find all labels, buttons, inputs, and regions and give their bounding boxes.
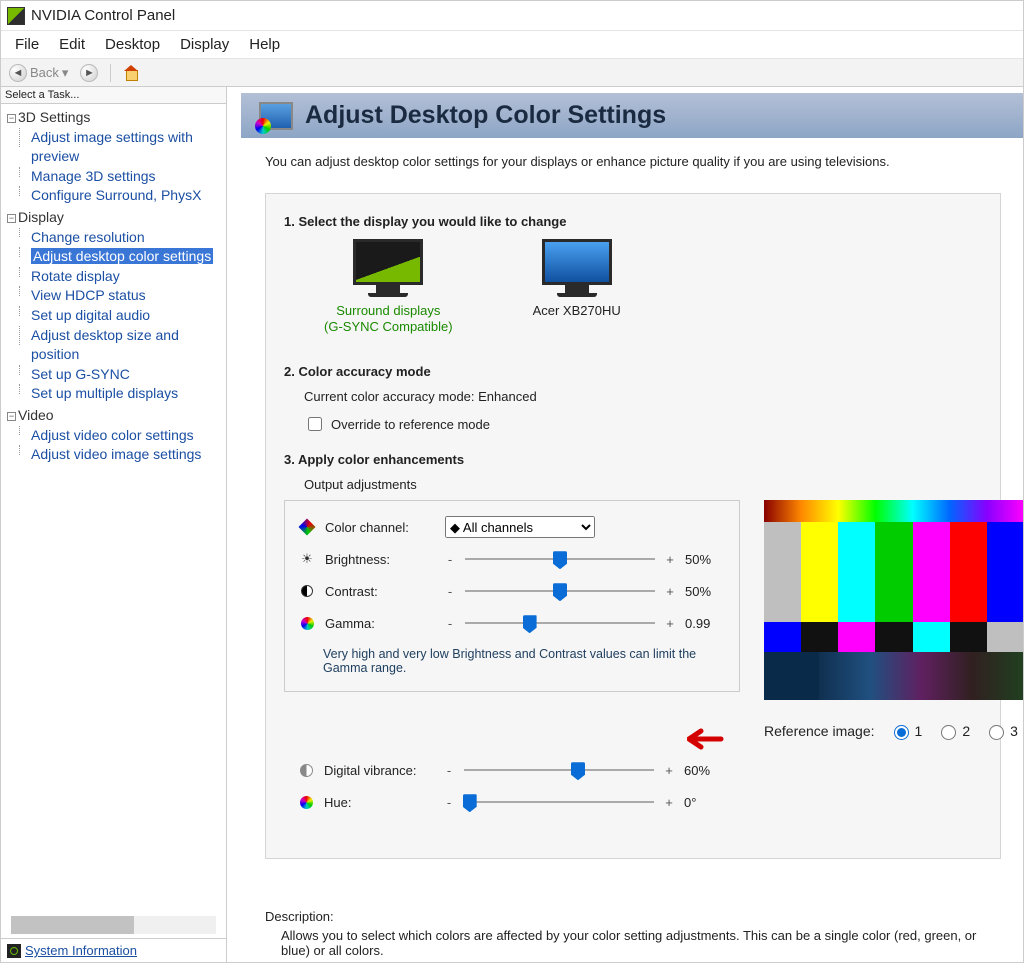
display-option-surround[interactable]: Surround displays(G-SYNC Compatible) <box>324 239 453 334</box>
nav-video-color[interactable]: Adjust video color settings <box>31 427 194 443</box>
step2-heading: 2. Color accuracy mode <box>284 364 982 379</box>
ref-option-3[interactable]: 3 <box>984 722 1018 740</box>
nav-manage-3d[interactable]: Manage 3D settings <box>31 168 156 184</box>
nav-tree: −3D Settings Adjust image settings with … <box>1 104 226 916</box>
step1-heading: 1. Select the display you would like to … <box>284 214 982 229</box>
nav-change-resolution[interactable]: Change resolution <box>31 229 145 245</box>
gamma-value: 0.99 <box>685 616 725 631</box>
menu-file[interactable]: File <box>5 33 49 56</box>
collapse-icon[interactable]: − <box>7 214 16 223</box>
page-intro: You can adjust desktop color settings fo… <box>265 154 1001 169</box>
gamma-slider[interactable] <box>465 613 655 633</box>
nav-video-image[interactable]: Adjust video image settings <box>31 446 201 462</box>
system-information-link[interactable]: System Information <box>25 943 137 958</box>
menubar: File Edit Desktop Display Help <box>1 31 1023 59</box>
ref-option-2[interactable]: 2 <box>936 722 970 740</box>
output-adjustments-label: Output adjustments <box>304 477 982 492</box>
nav-digital-audio[interactable]: Set up digital audio <box>31 307 150 323</box>
display-option-acer[interactable]: Acer XB270HU <box>533 239 621 334</box>
override-checkbox[interactable]: Override to reference mode <box>304 414 490 434</box>
page-header: Adjust Desktop Color Settings <box>241 93 1023 138</box>
home-button[interactable] <box>119 63 143 83</box>
menu-display[interactable]: Display <box>170 33 239 56</box>
nav-gsync[interactable]: Set up G-SYNC <box>31 366 130 382</box>
description-heading: Description: <box>265 909 1001 924</box>
brightness-slider[interactable] <box>465 549 655 569</box>
hue-icon <box>300 796 313 809</box>
gamma-note: Very high and very low Brightness and Co… <box>323 647 703 675</box>
collapse-icon[interactable]: − <box>7 114 16 123</box>
page-title: Adjust Desktop Color Settings <box>305 101 666 130</box>
ref-option-1[interactable]: 1 <box>889 722 923 740</box>
vibrance-icon <box>300 764 313 777</box>
contrast-value: 50% <box>685 584 725 599</box>
nav-adjust-desktop-color[interactable]: Adjust desktop color settings <box>31 248 213 264</box>
description-text: Allows you to select which colors are af… <box>281 928 1001 958</box>
brightness-icon <box>299 551 315 567</box>
window-titlebar: NVIDIA Control Panel <box>1 1 1023 31</box>
window-title: NVIDIA Control Panel <box>31 7 175 24</box>
color-channel-label: Color channel: <box>325 520 435 535</box>
color-channel-select[interactable]: ◆ All channels <box>445 516 595 538</box>
vibrance-slider[interactable] <box>464 760 654 780</box>
back-button[interactable]: ◄Back ▾ <box>5 62 72 84</box>
nav-desktop-size-position[interactable]: Adjust desktop size and position <box>31 327 179 363</box>
nav-view-hdcp[interactable]: View HDCP status <box>31 287 146 303</box>
menu-edit[interactable]: Edit <box>49 33 95 56</box>
accuracy-current: Current color accuracy mode: Enhanced <box>304 389 982 404</box>
nav-rotate-display[interactable]: Rotate display <box>31 268 120 284</box>
reference-preview <box>764 500 1023 700</box>
nav-adjust-image-settings[interactable]: Adjust image settings with preview <box>31 129 193 165</box>
nvidia-logo-icon <box>7 7 25 25</box>
sysinfo-icon <box>7 944 21 958</box>
step3-heading: 3. Apply color enhancements <box>284 452 982 467</box>
home-icon <box>123 65 139 81</box>
hue-slider[interactable] <box>464 792 654 812</box>
sidebar: Select a Task... −3D Settings Adjust ima… <box>1 87 227 962</box>
forward-button[interactable]: ► <box>76 62 102 84</box>
settings-panel: 1. Select the display you would like to … <box>265 193 1001 859</box>
output-adjustments-box: Color channel: ◆ All channels Brightness… <box>284 500 740 692</box>
main-panel: Adjust Desktop Color Settings You can ad… <box>227 87 1023 962</box>
menu-help[interactable]: Help <box>239 33 290 56</box>
gamma-icon <box>301 617 314 630</box>
nav-configure-surround[interactable]: Configure Surround, PhysX <box>31 187 201 203</box>
brightness-value: 50% <box>685 552 725 567</box>
hue-value: 0° <box>684 795 724 810</box>
contrast-slider[interactable] <box>465 581 655 601</box>
contrast-icon <box>301 585 313 597</box>
collapse-icon[interactable]: − <box>7 412 16 421</box>
channel-icon <box>299 519 316 536</box>
sidebar-scrollbar[interactable] <box>11 916 216 934</box>
toolbar: ◄Back ▾ ► <box>1 59 1023 87</box>
reference-image-group: Reference image: 1 2 3 <box>764 722 1023 740</box>
menu-desktop[interactable]: Desktop <box>95 33 170 56</box>
color-settings-icon <box>259 102 293 130</box>
task-header: Select a Task... <box>1 87 226 104</box>
nav-multiple-displays[interactable]: Set up multiple displays <box>31 385 178 401</box>
vibrance-value: 60% <box>684 763 724 778</box>
